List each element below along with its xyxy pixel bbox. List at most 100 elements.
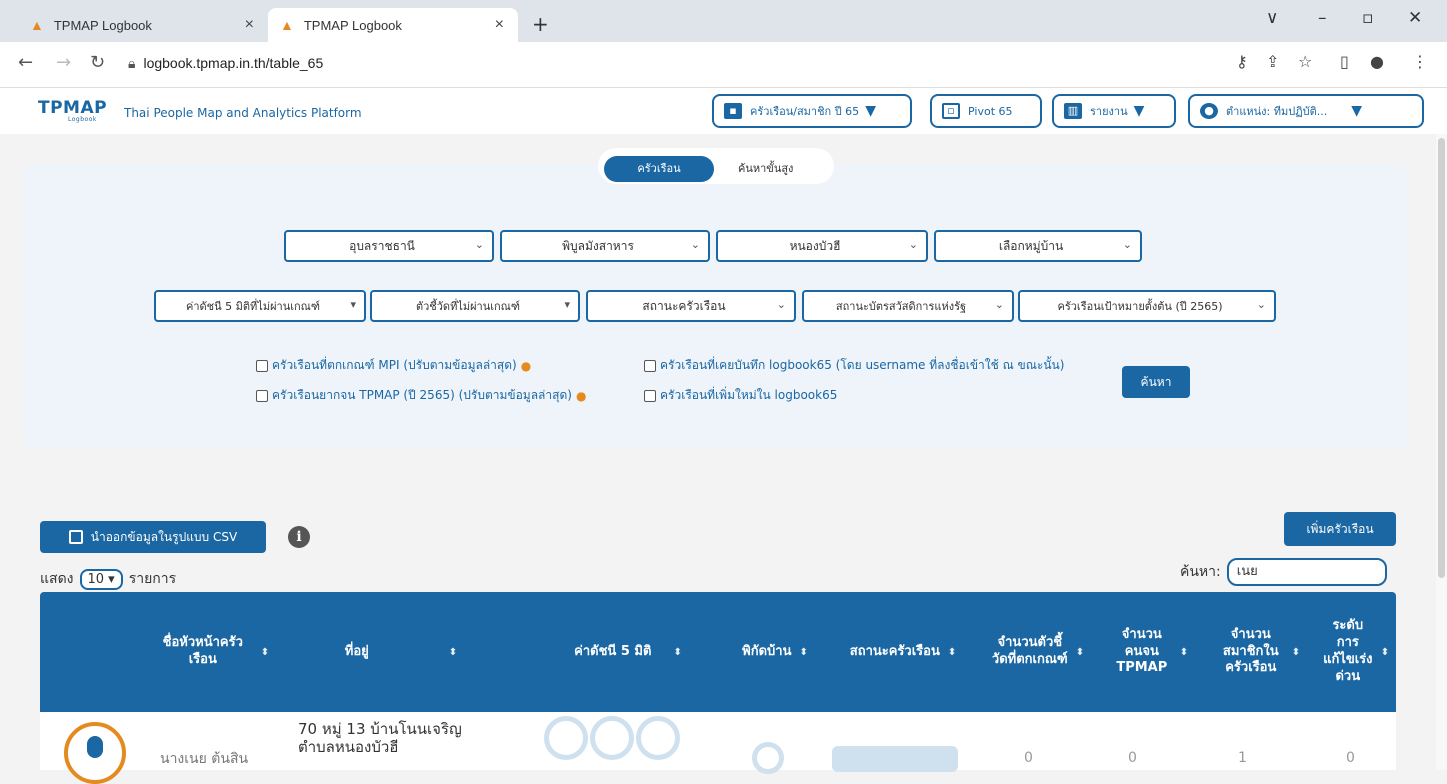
checkbox-box[interactable] <box>256 389 268 402</box>
cell-head-name[interactable]: นางเนย ต้นสิน <box>160 748 290 770</box>
indicator-value: ตัวชี้วัดที่ไม่ผ่านเกณฑ์ <box>415 300 521 313</box>
tab-search-icon[interactable]: ∨ <box>1266 8 1278 28</box>
th-failed-indicators[interactable]: จำนวนตัวชี้วัดที่ตกเกณฑ์ ⬍ <box>978 592 1098 712</box>
pivot-button[interactable]: ▫ Pivot 65 <box>930 94 1042 128</box>
education-dimension-icon <box>636 716 680 760</box>
maximize-icon[interactable]: ▫ <box>1362 8 1374 28</box>
info-icon[interactable]: ● <box>521 359 531 373</box>
sort-icon: ⬍ <box>1075 646 1085 658</box>
subdistrict-select[interactable]: หนองบัวฮี ⌄ <box>716 230 928 262</box>
subdistrict-value: หนองบัวฮี <box>789 238 841 253</box>
checkbox-box[interactable] <box>644 389 656 402</box>
household-menu-label: ครัวเรือน/สมาชิก ปี 65 <box>750 105 860 118</box>
forward-icon[interactable]: → <box>56 52 71 73</box>
close-tab-icon[interactable]: × <box>245 16 254 34</box>
tab-household[interactable]: ครัวเรือน <box>604 156 714 182</box>
household-status-select[interactable]: สถานะครัวเรือน ⌄ <box>586 290 796 322</box>
browser-menu-icon[interactable]: ⋮ <box>1412 52 1428 71</box>
household-member-menu[interactable]: ▪ ครัวเรือน/สมาชิก ปี 65 ▼ <box>712 94 912 128</box>
tpmap-poor-checkbox[interactable]: ครัวเรือนยากจน TPMAP (ปี 2565) (ปรับตามข… <box>256 386 586 405</box>
close-window-icon[interactable]: ✕ <box>1408 8 1422 28</box>
back-icon[interactable]: ← <box>18 52 33 73</box>
th-tpmap-poor[interactable]: จำนวนคนจน TPMAP ⬍ <box>1098 592 1202 712</box>
th-mpi-index[interactable]: ค่าดัชนี 5 มิติ ⬍ <box>540 592 716 712</box>
browser-tab[interactable]: ▲ TPMAP Logbook × <box>18 8 268 42</box>
target-household-select[interactable]: ครัวเรือนเป้าหมายตั้งต้น (ปี 2565) ⌄ <box>1018 290 1276 322</box>
url-field[interactable]: 🔒︎ logbook.tpmap.in.th/table_65 <box>128 55 323 72</box>
caret-down-icon: ▼ <box>1351 103 1363 119</box>
info-icon[interactable]: i <box>288 526 310 548</box>
mpi-fail-checkbox[interactable]: ครัวเรือนที่ตกเกณฑ์ MPI (ปรับตามข้อมูลล่… <box>256 356 531 375</box>
scrollbar-thumb[interactable] <box>1438 138 1445 578</box>
share-icon[interactable]: ⇪ <box>1266 52 1279 71</box>
recorded-logbook-checkbox[interactable]: ครัวเรือนที่เคยบันทึก logbook65 (โดย use… <box>644 356 1064 375</box>
th-urgency[interactable]: ระดับการแก้ไขเร่งด่วน ⬍ <box>1316 592 1396 712</box>
header-label: สถานะครัวเรือน <box>849 643 940 659</box>
key-icon[interactable]: ⚷ <box>1236 52 1248 71</box>
close-tab-icon[interactable]: × <box>495 16 504 34</box>
th-members[interactable]: จำนวนสมาชิกในครัวเรือน ⬍ <box>1204 592 1314 712</box>
profile-avatar-icon[interactable]: ● <box>1370 52 1384 71</box>
search-input[interactable]: เนย <box>1226 558 1387 586</box>
new-logbook-label: ครัวเรือนที่เพิ่มใหม่ใน logbook65 <box>660 388 838 402</box>
checkbox-box[interactable] <box>256 359 268 372</box>
tab-title: TPMAP Logbook <box>303 17 402 33</box>
sort-icon: ⬍ <box>1291 646 1301 658</box>
browser-tab-bar: ▲ TPMAP Logbook × ▲ TPMAP Logbook × + ∨ … <box>0 0 1447 42</box>
location-pin-icon[interactable] <box>752 742 784 774</box>
export-csv-button[interactable]: นำออกข้อมูลในรูปแบบ CSV <box>40 521 266 553</box>
sort-icon: ⬍ <box>947 646 957 658</box>
id-card-icon: ▪ <box>724 103 742 119</box>
th-head-name[interactable]: ชื่อหัวหน้าครัวเรือน ⬍ <box>136 592 286 712</box>
side-panel-icon[interactable]: ▯ <box>1340 52 1349 71</box>
page-scrollbar[interactable] <box>1436 134 1447 770</box>
entries-label: รายการ <box>128 571 177 587</box>
living-dimension-icon <box>590 716 634 760</box>
welfare-card-select[interactable]: สถานะบัตรสวัสดิการแห่งรัฐ ⌄ <box>802 290 1014 322</box>
province-select[interactable]: อุบลราชธานี ⌄ <box>284 230 494 262</box>
th-household-status[interactable]: สถานะครัวเรือน ⬍ <box>832 592 974 712</box>
tab-advanced-search[interactable]: ค้นหาขั้นสูง <box>738 156 793 182</box>
header-label: ค่าดัชนี 5 มิติ <box>574 643 652 659</box>
sort-icon: ⬍ <box>673 646 682 658</box>
health-dimension-icon <box>544 716 588 760</box>
new-logbook-checkbox[interactable]: ครัวเรือนที่เพิ่มใหม่ใน logbook65 <box>644 386 837 405</box>
welfare-card-value: สถานะบัตรสวัสดิการแห่งรัฐ <box>835 300 967 313</box>
role-label: ตำแหน่ง: ทีมปฏิบัติ... <box>1226 105 1328 118</box>
tab-title: TPMAP Logbook <box>53 17 152 33</box>
th-address[interactable]: ที่อยู่ ⬍ <box>286 592 516 712</box>
th-house-location[interactable]: พิกัดบ้าน ⬍ <box>720 592 830 712</box>
new-tab-button[interactable]: + <box>532 12 549 36</box>
url-text: logbook.tpmap.in.th/table_65 <box>143 55 324 71</box>
header-label: ระดับการแก้ไขเร่งด่วน <box>1323 618 1373 684</box>
chevron-down-icon: ⌄ <box>474 238 484 251</box>
search-button[interactable]: ค้นหา <box>1122 366 1190 398</box>
platform-tagline: Thai People Map and Analytics Platform <box>124 106 362 120</box>
cell-failed-indicators: 0 <box>1024 750 1033 766</box>
reload-icon[interactable]: ↻ <box>90 52 105 73</box>
chevron-down-icon: ▾ <box>350 298 356 311</box>
table-header: ชื่อหัวหน้าครัวเรือน ⬍ ที่อยู่ ⬍ ค่าดัชนี … <box>40 592 1396 712</box>
header-label: จำนวนตัวชี้วัดที่ตกเกณฑ์ <box>991 635 1068 667</box>
add-household-button[interactable]: เพิ่มครัวเรือน <box>1284 512 1396 546</box>
village-value: เลือกหมู่บ้าน <box>998 238 1064 253</box>
report-menu[interactable]: ▥ รายงาน ▼ <box>1052 94 1176 128</box>
chevron-down-icon: ⌄ <box>690 238 700 251</box>
minimize-icon[interactable]: – <box>1318 8 1327 28</box>
sort-icon: ⬍ <box>260 646 270 658</box>
mpi-index-select[interactable]: ค่าดัชนี 5 มิติที่ไม่ผ่านเกณฑ์ ▾ <box>154 290 366 322</box>
page-length-select[interactable]: 10 ▾ <box>79 568 123 590</box>
tpmap-logo[interactable]: TPMAP Logbook <box>38 98 107 123</box>
pivot-label: Pivot 65 <box>968 104 1013 118</box>
checkbox-box[interactable] <box>644 359 656 372</box>
bookmark-star-icon[interactable]: ☆ <box>1298 52 1312 71</box>
village-select[interactable]: เลือกหมู่บ้าน ⌄ <box>934 230 1142 262</box>
district-select[interactable]: พิบูลมังสาหาร ⌄ <box>500 230 710 262</box>
browser-tab-active[interactable]: ▲ TPMAP Logbook × <box>268 8 518 42</box>
info-icon[interactable]: ● <box>576 389 586 403</box>
header-label: พิกัดบ้าน <box>742 643 792 659</box>
indicator-select[interactable]: ตัวชี้วัดที่ไม่ผ่านเกณฑ์ ▾ <box>370 290 580 322</box>
pivot-icon: ▫ <box>942 103 960 119</box>
search-label: ค้นหา: <box>1180 564 1221 580</box>
role-menu[interactable]: ● ตำแหน่ง: ทีมปฏิบัติ... ▼ <box>1188 94 1424 128</box>
